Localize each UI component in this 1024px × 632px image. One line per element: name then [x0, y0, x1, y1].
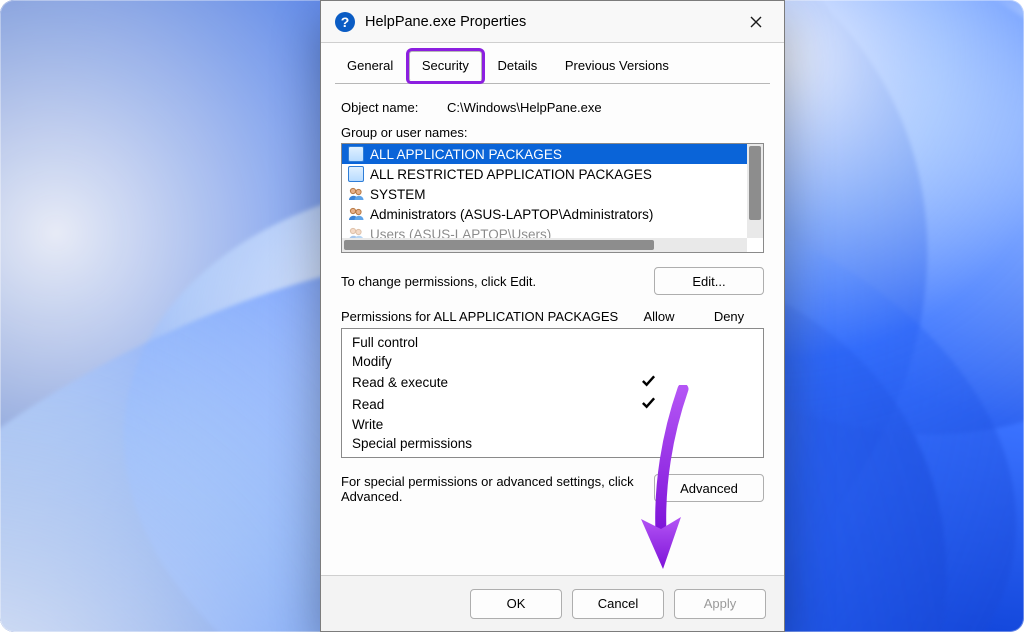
titlebar: ? HelpPane.exe Properties: [321, 1, 784, 43]
edit-button[interactable]: Edit...: [654, 267, 764, 295]
group-item-system[interactable]: SYSTEM: [342, 184, 747, 204]
group-item-users[interactable]: Users (ASUS-LAPTOP\Users): [342, 224, 747, 238]
perm-row-read: Read: [342, 393, 763, 415]
object-name-label: Object name:: [341, 100, 447, 115]
perm-row-read-execute: Read & execute: [342, 371, 763, 393]
properties-dialog: ? HelpPane.exe Properties General Securi…: [320, 0, 785, 632]
tab-security[interactable]: Security: [409, 51, 482, 81]
object-name-row: Object name: C:\Windows\HelpPane.exe: [341, 100, 764, 115]
package-icon: [348, 166, 364, 182]
users-icon: [348, 226, 364, 238]
apply-button[interactable]: Apply: [674, 589, 766, 619]
perm-row-write: Write: [342, 415, 763, 434]
tab-details[interactable]: Details: [485, 52, 549, 80]
ok-button[interactable]: OK: [470, 589, 562, 619]
users-icon: [348, 186, 364, 202]
tab-strip: General Security Details Previous Versio…: [335, 51, 770, 84]
permissions-header-label: Permissions for ALL APPLICATION PACKAGES: [341, 309, 624, 324]
edit-hint: To change permissions, click Edit.: [341, 274, 654, 289]
close-button[interactable]: [738, 7, 774, 37]
checkmark-icon: [613, 395, 683, 413]
package-icon: [348, 146, 364, 162]
group-item-administrators[interactable]: Administrators (ASUS-LAPTOP\Administrato…: [342, 204, 747, 224]
cancel-button[interactable]: Cancel: [572, 589, 664, 619]
users-icon: [348, 206, 364, 222]
checkmark-icon: [613, 373, 683, 391]
perm-row-full-control: Full control: [342, 333, 763, 352]
advanced-hint: For special permissions or advanced sett…: [341, 474, 654, 504]
perm-row-special: Special permissions: [342, 434, 763, 453]
permissions-table: Full control Modify Read & execute Read …: [341, 328, 764, 458]
perm-row-modify: Modify: [342, 352, 763, 371]
object-name-value: C:\Windows\HelpPane.exe: [447, 100, 602, 115]
groups-listbox[interactable]: ALL APPLICATION PACKAGES ALL RESTRICTED …: [341, 143, 764, 253]
help-icon: ?: [335, 12, 355, 32]
column-deny: Deny: [694, 309, 764, 324]
advanced-button[interactable]: Advanced: [654, 474, 764, 502]
groups-horizontal-scrollbar[interactable]: [342, 238, 747, 252]
column-allow: Allow: [624, 309, 694, 324]
tab-previous-versions[interactable]: Previous Versions: [553, 52, 681, 80]
window-title: HelpPane.exe Properties: [365, 14, 526, 30]
groups-vertical-scrollbar[interactable]: [747, 144, 763, 238]
tab-general[interactable]: General: [335, 52, 405, 80]
group-item-all-restricted[interactable]: ALL RESTRICTED APPLICATION PACKAGES: [342, 164, 747, 184]
group-item-all-app-packages[interactable]: ALL APPLICATION PACKAGES: [342, 144, 747, 164]
groups-label: Group or user names:: [341, 125, 764, 140]
dialog-footer: OK Cancel Apply: [321, 575, 784, 631]
